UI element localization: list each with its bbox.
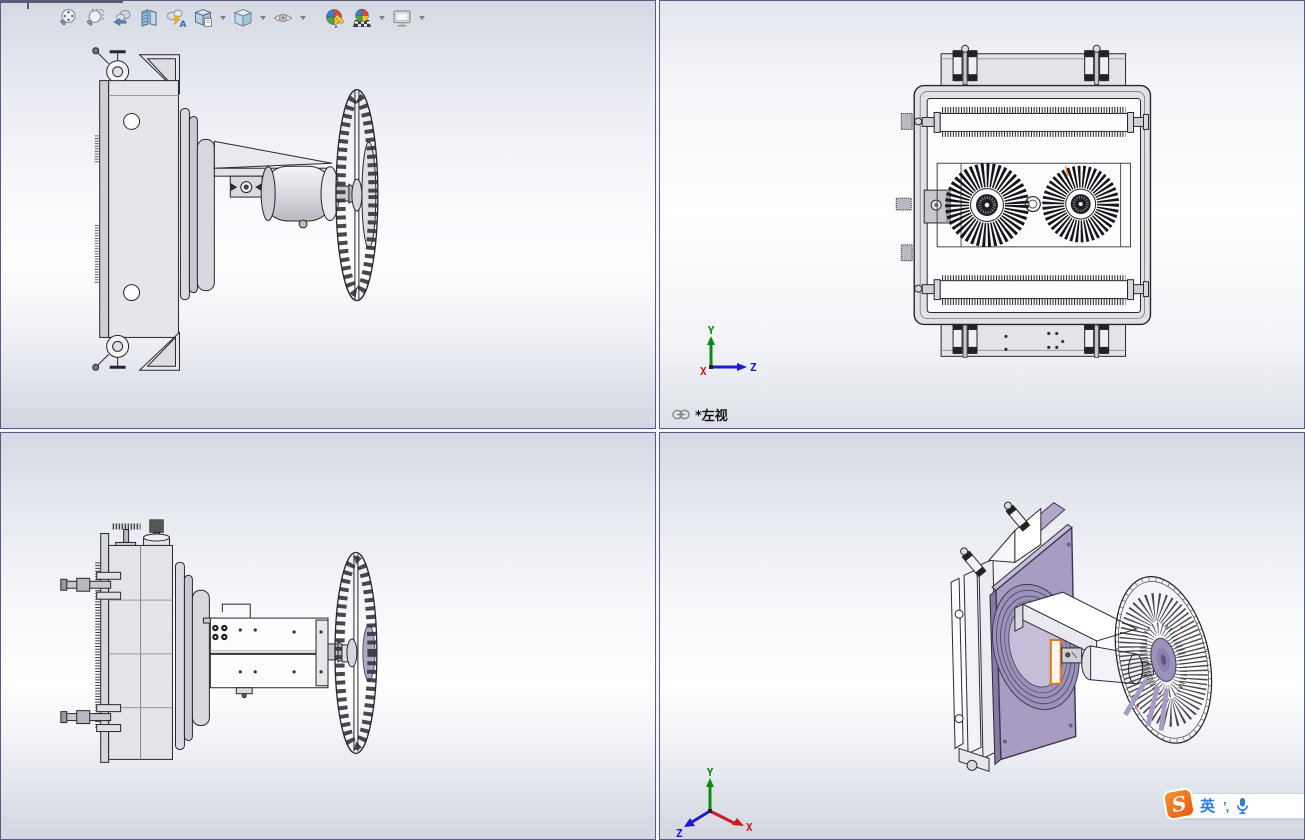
heads-up-view-toolbar: A [57,7,426,29]
viewport-top-left-side-view[interactable]: A [0,0,656,429]
hinge-top-left[interactable] [952,44,978,86]
selected-part-highlight[interactable] [1049,638,1062,685]
ime-mode-english-toggle[interactable]: 英 [1200,799,1215,814]
dropdown-arrow-icon[interactable] [419,16,425,20]
hide-show-items-icon[interactable] [272,7,294,29]
viewport-bottom-left-side-view[interactable] [0,432,656,840]
rear-frame-plates[interactable] [950,558,998,773]
svg-text:A: A [180,20,187,29]
window-edge-tick [27,1,29,9]
microphone-icon[interactable] [1236,797,1249,815]
view-settings-icon[interactable] [391,7,413,29]
view-orientation-icon[interactable] [192,7,214,29]
shaft-bracket[interactable] [1061,647,1083,664]
gearbox-housing[interactable] [202,603,329,699]
bottom-valve-handle[interactable] [92,334,130,371]
viewport-bottom-right-isometric-view[interactable]: Y X Z S 英 ’, [659,432,1305,840]
motor-cylinder[interactable] [260,165,340,229]
ime-punctuation-toggle[interactable]: ’, [1223,800,1229,813]
mounting-wedge-bottom[interactable] [138,331,180,371]
viewport-top-right-left-view[interactable]: Y Z X *左视 [659,0,1305,429]
t-bolt-handle[interactable] [112,523,141,548]
shroud-disc-stack[interactable] [179,107,215,301]
dropdown-arrow-icon[interactable] [300,16,306,20]
sogou-logo-icon[interactable]: S [1161,786,1197,822]
assembly-model-side-view-2[interactable] [1,433,655,839]
side-knobs[interactable] [895,112,913,262]
cap-assembly[interactable] [143,519,170,546]
brush-roller-top[interactable] [914,107,1149,137]
dropdown-arrow-icon[interactable] [220,16,226,20]
dropdown-arrow-icon[interactable] [260,16,266,20]
dropdown-arrow-icon[interactable] [379,16,385,20]
radiator-plate[interactable] [94,80,179,338]
apply-scene-icon[interactable] [351,7,373,29]
display-style-icon[interactable] [232,7,254,29]
assembly-model-side-view[interactable] [1,1,655,428]
dynamic-annotation-views-icon[interactable]: A [165,7,187,29]
previous-view-icon[interactable] [111,7,133,29]
shroud-disc-stack[interactable] [174,561,210,750]
hinge-top-right[interactable] [1084,44,1110,86]
assembly-model-isometric[interactable] [660,433,1304,839]
edit-appearance-icon[interactable] [324,7,346,29]
view-name-text: *左视 [695,409,728,424]
brush-roller-bottom[interactable] [914,275,1149,306]
linked-view-chain-icon [672,409,690,420]
motor-mount[interactable] [229,175,263,198]
section-view-icon[interactable] [138,7,160,29]
spoked-brush-fan[interactable] [1098,568,1226,753]
window-edge-artifact [1,1,123,3]
ime-bar[interactable]: S 英 ’, [1161,786,1304,822]
view-orientation-label: *左视 [672,405,728,424]
top-valve-handle[interactable] [92,47,130,84]
hinge-cylinder-upper[interactable] [1002,500,1031,532]
solidworks-four-viewport-window: A Y Z X *左视 Y X Z S 英 ’, [0,0,1305,840]
assembly-model-left-view[interactable] [660,1,1304,428]
zoom-to-area-icon[interactable] [84,7,106,29]
zoom-to-fit-icon[interactable] [57,7,79,29]
sogou-logo-letter: S [1169,790,1189,818]
